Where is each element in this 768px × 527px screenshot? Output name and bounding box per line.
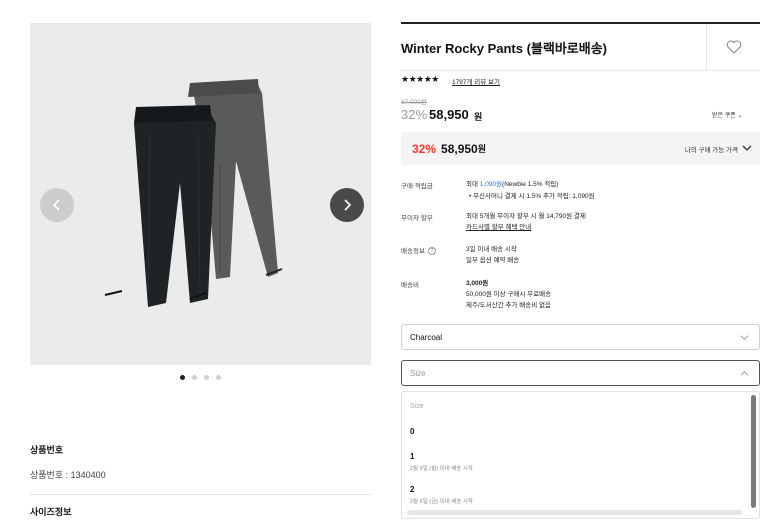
gallery-next-button[interactable] xyxy=(330,188,364,222)
divider xyxy=(30,494,371,495)
sale-price: 58,950 xyxy=(429,107,469,122)
received-coupon-button[interactable]: 받은 쿠폰 ⌄ xyxy=(712,110,742,119)
size-option[interactable]: 1 2월 9일 (월) 이내 배송 시작 xyxy=(402,452,750,472)
size-info-title: 사이즈정보 xyxy=(30,507,72,517)
review-link[interactable]: 1797개 리뷰 보기 xyxy=(452,76,500,86)
shipping-label: 배송정보? xyxy=(401,245,436,256)
size-option-shipping: 2월 9일 (월) 이내 배송 시작 xyxy=(410,466,473,472)
chevron-down-icon xyxy=(740,335,749,341)
my-price-value: 58,950 xyxy=(441,141,478,156)
size-option-label: 0 xyxy=(410,427,415,436)
chevron-down-icon xyxy=(742,145,752,151)
size-option[interactable]: 0 xyxy=(402,427,750,436)
fee-label: 배송비 xyxy=(401,282,419,289)
heart-icon xyxy=(726,40,741,54)
my-price-unit: 원 xyxy=(477,144,487,154)
price-unit: 원 xyxy=(474,112,483,122)
chevron-left-icon xyxy=(52,199,60,211)
chevron-up-icon xyxy=(740,370,749,376)
dropdown-header: Size xyxy=(410,403,424,410)
product-photo xyxy=(104,79,283,307)
points-value: 최대 1,090원(Newbie 1.5% 적립) xyxy=(466,180,558,189)
chevron-right-icon xyxy=(344,199,352,211)
help-icon[interactable]: ? xyxy=(427,247,436,256)
size-select[interactable]: Size xyxy=(401,360,760,386)
gallery-prev-button[interactable] xyxy=(40,188,74,222)
size-option-label: 1 xyxy=(410,452,415,461)
product-number-title: 상품번호 xyxy=(30,445,64,455)
size-select-placeholder: Size xyxy=(410,368,426,378)
points-amount: 1,090원 xyxy=(479,181,503,188)
gallery-pagination xyxy=(180,375,221,380)
horizontal-scrollbar[interactable] xyxy=(407,510,742,515)
size-option[interactable]: 2 2월 6일 (금) 이내 배송 시작 xyxy=(402,485,750,505)
discount-rate: 32% xyxy=(401,107,428,122)
pagination-dot[interactable] xyxy=(216,375,221,380)
size-dropdown-menu: Size 0 1 2월 9일 (월) 이내 배송 시작 2 2월 6일 (금) … xyxy=(401,391,760,519)
wishlist-button[interactable] xyxy=(706,24,760,70)
points-note: • 무신사머니 결제 시 1.5% 추가 적립: 1,090원 xyxy=(469,193,595,200)
my-discount-rate: 32% xyxy=(412,141,437,156)
installment-text: 최대 5개월 무이자 할부 시 월 14,790원 결제 xyxy=(466,213,586,220)
my-purchase-price-toggle[interactable]: 32% 58,950 원 나의 구매 가능 가격 xyxy=(401,132,760,165)
fee-text-1: 50,000원 이상 구매시 무료배송 xyxy=(466,291,552,298)
vertical-scrollbar[interactable] xyxy=(751,395,756,508)
points-label: 구매 적립금 xyxy=(401,183,433,190)
pagination-dot[interactable] xyxy=(192,375,197,380)
installment-link[interactable]: 카드사별 할부 혜택 안내 xyxy=(466,223,531,232)
product-image-gallery[interactable] xyxy=(30,23,371,365)
points-prefix: 최대 xyxy=(466,181,480,188)
size-option-shipping: 2월 6일 (금) 이내 배송 시작 xyxy=(410,499,473,505)
fee-text-2: 제주/도서산간 추가 배송비 없음 xyxy=(466,302,551,309)
product-title: Winter Rocky Pants (블랙바로배송) xyxy=(401,41,608,56)
my-price-label: 나의 구매 가능 가격 xyxy=(684,147,738,154)
shipping-text-2: 일부 옵션 예약 배송 xyxy=(466,257,520,264)
pagination-dot[interactable] xyxy=(180,375,185,380)
pagination-dot[interactable] xyxy=(204,375,209,380)
color-select-value: Charcoal xyxy=(410,332,443,342)
points-suffix: (Newbie 1.5% 적립) xyxy=(502,181,559,188)
shipping-text-1: 3일 이내 배송 시작 xyxy=(466,246,517,253)
product-number-text: 상품번호 : 1340400 xyxy=(30,470,106,480)
color-select[interactable]: Charcoal xyxy=(401,324,760,350)
fee-amount: 3,000원 xyxy=(466,280,489,287)
original-price: 87,000원 xyxy=(401,99,427,106)
rating-stars: ★★★★★ xyxy=(401,74,439,84)
shipping-label-text: 배송정보 xyxy=(401,248,425,255)
installment-label: 무이자 할부 xyxy=(401,215,433,222)
divider xyxy=(401,70,760,71)
black-pants-image xyxy=(104,105,216,307)
size-option-label: 2 xyxy=(410,485,415,494)
